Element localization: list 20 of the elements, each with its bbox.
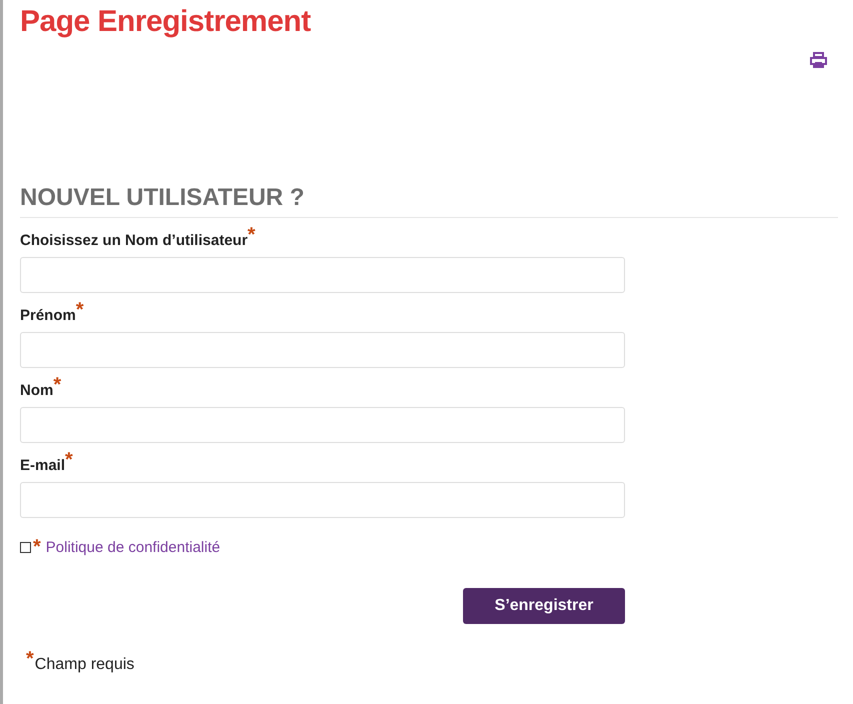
field-label: Nom [20,382,54,399]
field-label: Prénom [20,307,76,324]
required-field-note: Champ requis [34,656,134,673]
required-mark: * [53,374,62,396]
privacy-policy-link[interactable]: Politique de confidentialité [46,538,220,556]
section-heading: NOUVEL UTILISATEUR ? [20,184,306,212]
field-label: E-mail [20,457,66,474]
print-icon[interactable] [810,52,827,68]
required-mark: * [65,449,73,471]
required-mark: * [248,224,256,246]
checkbox[interactable] [20,542,31,552]
page-title: Page Enregistrement [20,4,312,40]
required-mark: * [76,299,84,321]
input-field[interactable] [20,257,625,293]
input-field[interactable] [20,482,625,518]
input-field[interactable] [20,332,625,368]
required-mark: * [26,648,34,670]
input-field[interactable] [20,407,625,443]
field-label: Choisissez un Nom d’utilisateur [20,232,248,249]
register-button[interactable]: S’enregistrer [463,588,625,624]
